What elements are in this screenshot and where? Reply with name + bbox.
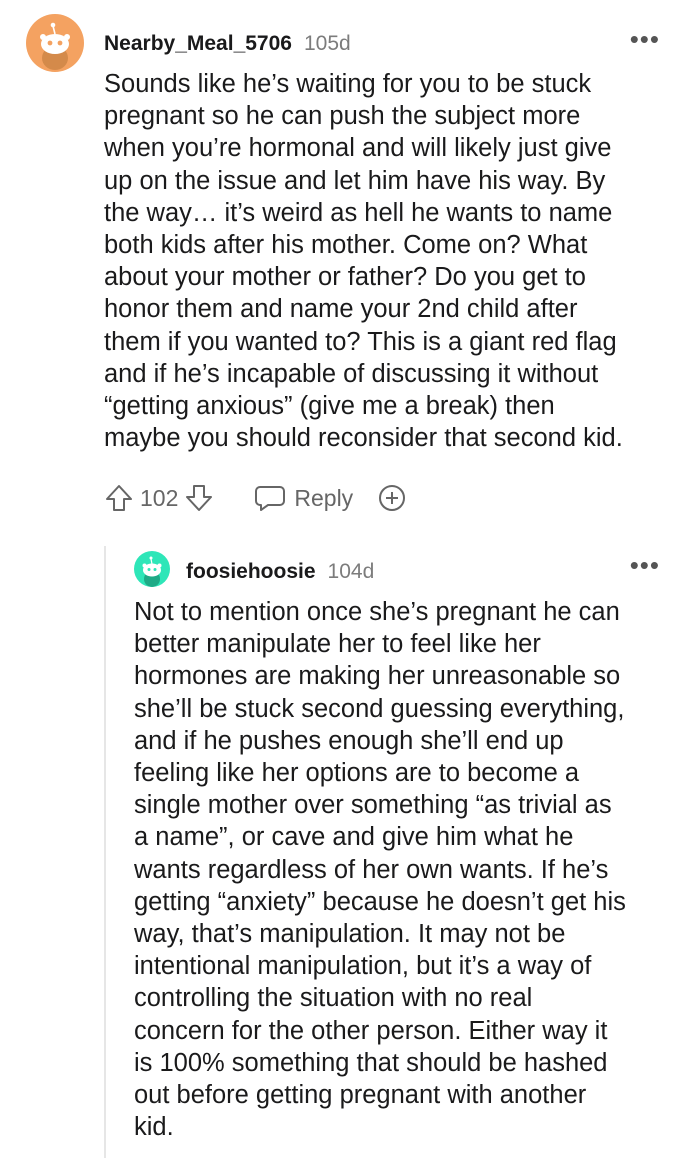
username[interactable]: Nearby_Meal_5706 xyxy=(104,32,292,55)
comment-age: 104d xyxy=(327,560,375,583)
vote-score: 102 xyxy=(140,484,179,511)
reply-icon xyxy=(254,484,286,512)
snoo-avatar-icon xyxy=(26,14,84,72)
avatar[interactable] xyxy=(26,14,84,72)
comment-meta: Nearby_Meal_5706 105d xyxy=(104,32,351,56)
comment-body: Not to mention once she’s pregnant he ca… xyxy=(134,598,626,1142)
reply-button[interactable]: Reply xyxy=(254,484,353,512)
comment-age: 105d xyxy=(303,32,351,55)
more-options-icon[interactable]: ••• xyxy=(630,26,660,52)
downvote-icon[interactable] xyxy=(184,483,214,513)
comment-actions: 102 Reply xyxy=(104,480,407,516)
upvote-icon[interactable] xyxy=(104,483,134,513)
username[interactable]: foosiehoosie xyxy=(186,560,316,583)
comment-meta: foosiehoosie 104d xyxy=(186,560,374,584)
thread-line[interactable] xyxy=(104,546,106,1158)
avatar[interactable] xyxy=(134,551,170,587)
snoo-avatar-icon xyxy=(134,551,170,587)
reply-label: Reply xyxy=(294,484,354,511)
more-options-icon[interactable]: ••• xyxy=(630,552,660,578)
award-icon[interactable] xyxy=(377,483,407,513)
comment-body: Sounds like he’s waiting for you to be s… xyxy=(104,70,623,453)
